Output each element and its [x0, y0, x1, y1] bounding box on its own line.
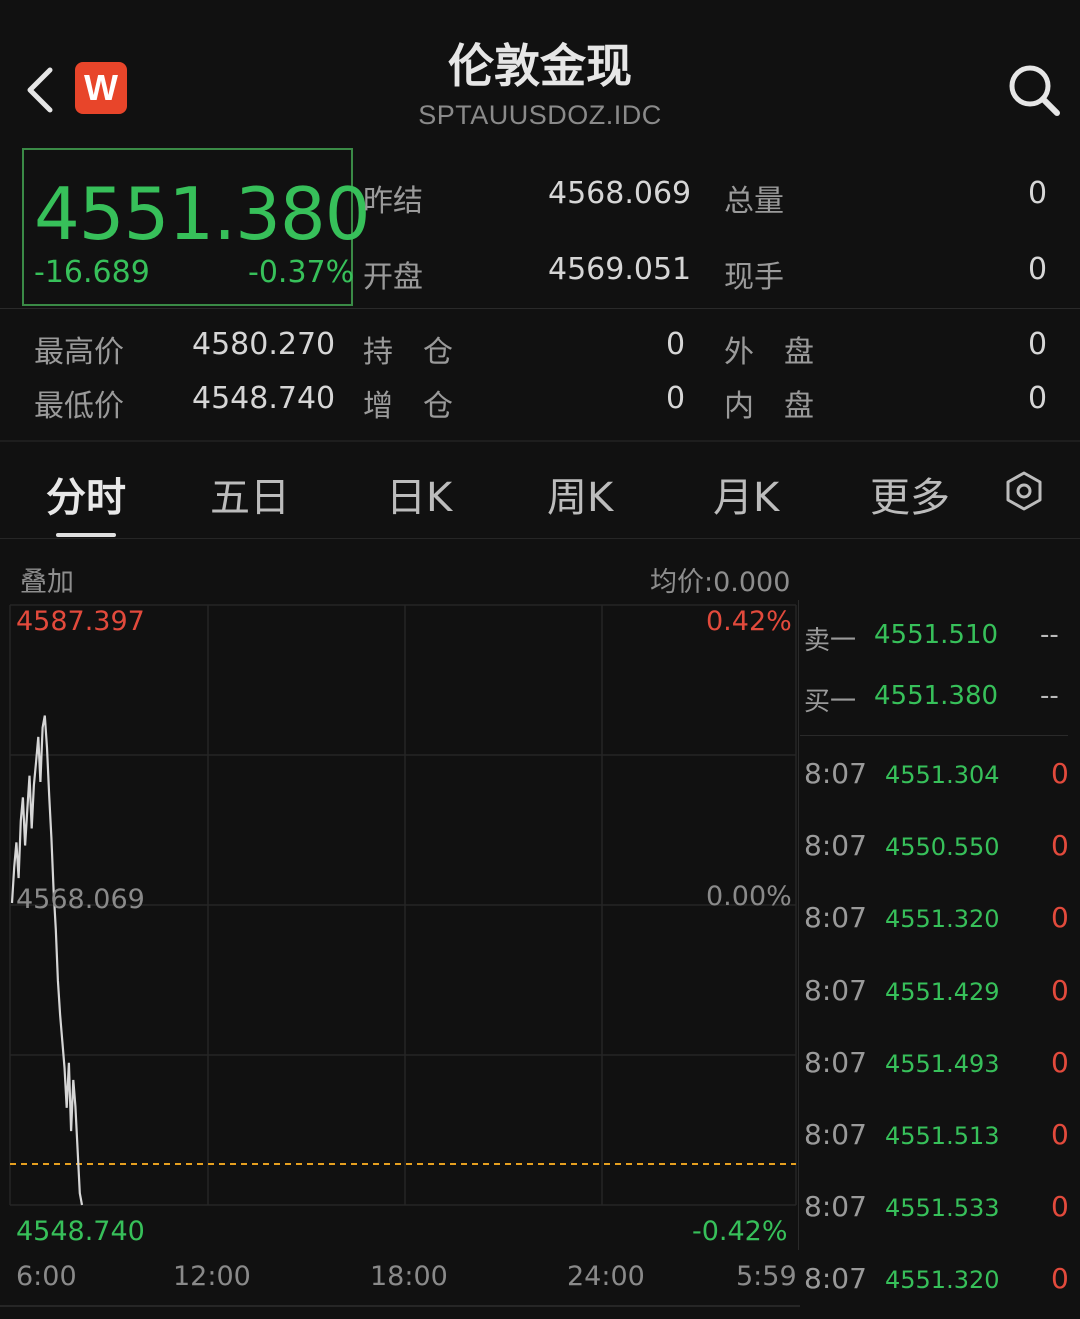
intraday-chart[interactable]: 6:00 12:00 18:00 24:00 5:59 [0, 600, 800, 1310]
divider [0, 538, 1080, 539]
divider [0, 440, 1080, 442]
trade-volume: 0 [1051, 1045, 1069, 1079]
y-bottom-label: 4548.740 [16, 1216, 145, 1247]
trade-time: 8:07 [804, 973, 867, 1007]
trade-volume: 0 [1051, 829, 1069, 863]
x-tick-label: 24:00 [567, 1261, 645, 1292]
divider [798, 600, 799, 1250]
current-hand-label: 现手 [724, 260, 784, 295]
trade-price: 4550.550 [885, 833, 1000, 862]
trade-price: 4551.513 [885, 1122, 1000, 1150]
open-label: 开盘 [363, 260, 423, 295]
add-label: 增 仓 [363, 389, 453, 424]
add-value: 0 [666, 381, 686, 416]
trade-volume: 0 [1051, 1118, 1069, 1151]
trade-price: 4551.320 [885, 905, 1000, 934]
trade-price: 4551.320 [885, 1266, 1000, 1295]
divider [0, 308, 1080, 309]
outer-value: 0 [1028, 327, 1048, 362]
y-mid-label: 4568.069 [16, 884, 145, 915]
price-change: -16.689 [34, 255, 150, 290]
tab-weekly-k[interactable]: 周K [547, 465, 613, 523]
x-tick-label: 5:59 [736, 1261, 797, 1292]
trade-volume: 0 [1051, 1262, 1069, 1296]
pct-top-label: 0.42% [706, 606, 792, 637]
orderbook-label: 买一 [804, 687, 857, 717]
price-line [10, 715, 84, 1206]
orderbook-price: 4551.510 [874, 620, 999, 650]
search-icon [1009, 65, 1060, 116]
orderbook-volume: -- [1040, 620, 1059, 650]
page-title: 伦敦金现 [448, 39, 632, 93]
trade-volume: 0 [1051, 901, 1069, 935]
pct-mid-label: 0.00% [706, 881, 792, 912]
x-axis: 6:00 12:00 18:00 24:00 5:59 [0, 1261, 800, 1307]
total-volume-label: 总量 [724, 184, 784, 219]
search-button[interactable] [1006, 62, 1062, 118]
tab-intraday[interactable]: 分时 [46, 465, 126, 523]
hold-value: 0 [666, 327, 686, 362]
pct-bottom-label: -0.42% [692, 1216, 788, 1247]
outer-label: 外 盘 [724, 335, 814, 370]
trade-time: 8:07 [804, 757, 867, 790]
trade-time: 8:07 [804, 1262, 867, 1296]
low-label: 最低价 [34, 389, 124, 424]
trade-volume: 0 [1051, 1190, 1069, 1224]
inner-label: 内 盘 [724, 389, 814, 424]
trade-time: 8:07 [804, 901, 867, 935]
settings-icon [1006, 471, 1042, 511]
low-value: 4548.740 [192, 381, 336, 416]
trade-time: 8:07 [804, 1190, 867, 1224]
chart-settings-button[interactable] [1003, 470, 1045, 516]
y-top-label: 4587.397 [16, 606, 145, 637]
x-tick-label: 18:00 [370, 1261, 448, 1292]
overlay-button[interactable]: 叠加 [20, 560, 74, 599]
open-value: 4569.051 [548, 252, 692, 287]
x-tick-label: 6:00 [16, 1261, 77, 1292]
prev-settle-value: 4568.069 [548, 176, 692, 211]
orderbook-label: 卖一 [804, 626, 857, 656]
average-price-label: 均价:0.000 [650, 567, 791, 598]
orderbook-price: 4551.380 [874, 681, 999, 711]
price-change-pct: -0.37% [248, 255, 355, 290]
symbol-code: SPTAUUSDOZ.IDC [418, 100, 662, 130]
high-value: 4580.270 [192, 327, 336, 362]
tab-underline [56, 533, 116, 537]
trade-time: 8:07 [804, 1118, 867, 1151]
trade-volume: 0 [1051, 973, 1069, 1007]
prev-settle-label: 昨结 [363, 184, 423, 219]
current-hand-value: 0 [1028, 252, 1048, 287]
trade-time: 8:07 [804, 829, 867, 863]
x-tick-label: 12:00 [173, 1261, 251, 1292]
orderbook-volume: -- [1040, 681, 1059, 711]
tab-daily-k[interactable]: 日K [386, 465, 452, 523]
high-label: 最高价 [34, 335, 124, 370]
tab-more[interactable]: 更多 [870, 465, 950, 523]
last-price: 4551.380 [34, 172, 371, 256]
total-volume-value: 0 [1028, 176, 1048, 211]
inner-value: 0 [1028, 381, 1048, 416]
trade-price: 4551.429 [885, 977, 1000, 1006]
hold-label: 持 仓 [363, 335, 453, 370]
tab-five-day[interactable]: 五日 [210, 465, 290, 523]
trade-price: 4551.304 [885, 761, 1000, 789]
trade-price: 4551.493 [885, 1049, 1000, 1078]
trade-price: 4551.533 [885, 1194, 1000, 1223]
trade-volume: 0 [1051, 757, 1069, 790]
tab-monthly-k[interactable]: 月K [713, 465, 779, 523]
divider [800, 735, 1068, 736]
trade-time: 8:07 [804, 1045, 867, 1079]
